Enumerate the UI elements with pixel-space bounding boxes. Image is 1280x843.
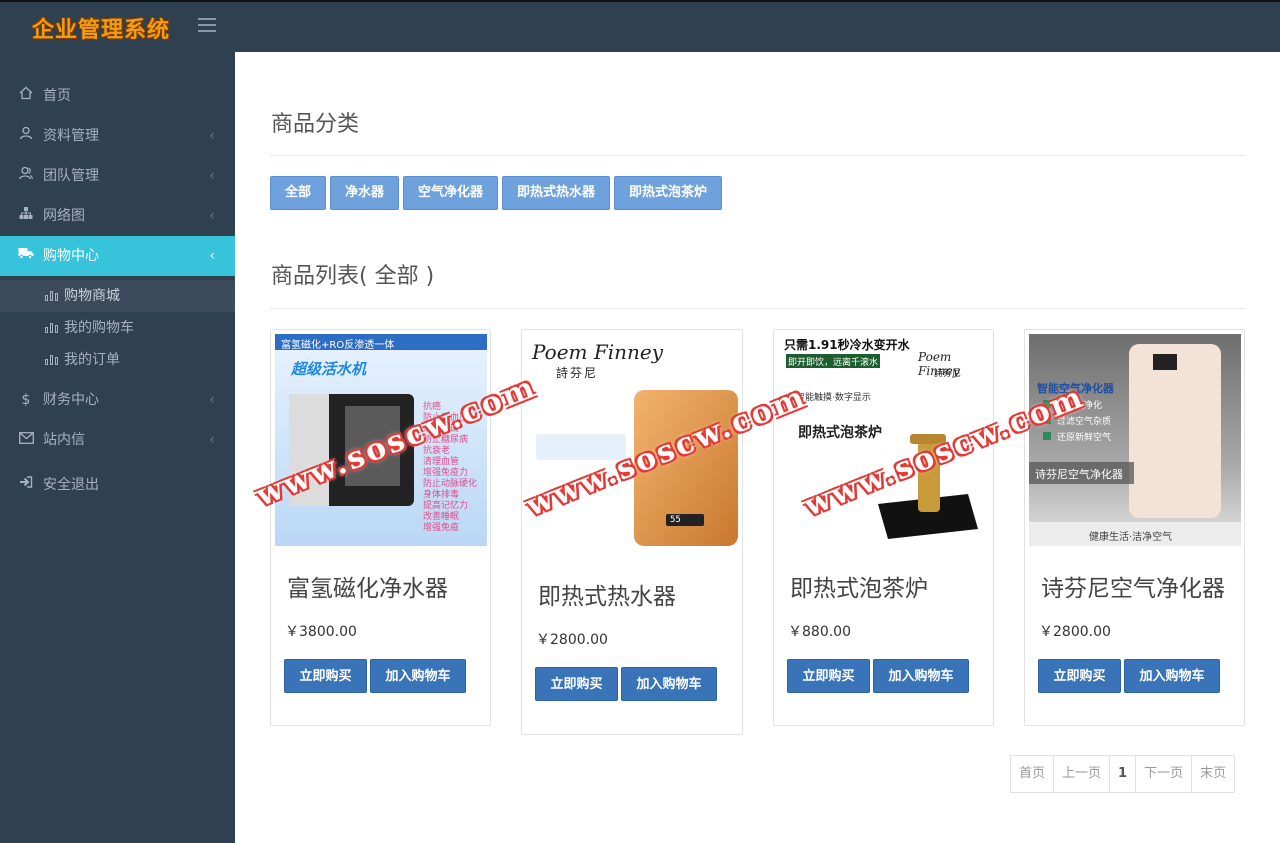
product-name[interactable]: 即热式热水器 [538, 577, 676, 611]
chevron-left-icon: ‹ [209, 168, 215, 184]
category-button-tea-boiler[interactable]: 即热式泡茶炉 [614, 176, 722, 210]
logout-icon [18, 465, 34, 505]
pagination-last-button[interactable]: 末页 [1192, 756, 1234, 792]
chevron-left-icon: ‹ [209, 432, 215, 448]
pagination-prev-button[interactable]: 上一页 [1054, 756, 1111, 792]
chevron-left-icon: ‹ [209, 392, 215, 408]
add-to-cart-button[interactable]: 加入购物车 [621, 667, 717, 701]
product-price: ￥2800.00 [1039, 624, 1111, 640]
sidebar: 首页 资料管理 ‹ 团队管理 ‹ 网络图 ‹ 购物中心 ‹ 购物商城 我的购物车… [0, 52, 235, 843]
category-button-air-purifier[interactable]: 空气净化器 [403, 176, 498, 210]
product-image-subline: 即开即饮，远离千滚水 [788, 358, 879, 368]
sidebar-item-network[interactable]: 网络图 ‹ [0, 196, 235, 236]
bar-chart-icon [45, 323, 59, 333]
product-image-display: 55 [670, 515, 681, 525]
bar-chart-icon [45, 355, 59, 365]
submenu-item-label: 购物商城 [64, 288, 120, 304]
sidebar-item-logout[interactable]: 安全退出 [0, 465, 235, 505]
add-to-cart-button[interactable]: 加入购物车 [1124, 659, 1220, 693]
divider [270, 155, 1245, 156]
top-navbar: 企业管理系统 [0, 0, 1280, 52]
sidebar-item-home[interactable]: 首页 [0, 76, 235, 116]
app-logo[interactable]: 企业管理系统 [32, 12, 170, 44]
divider [270, 308, 1245, 309]
submenu-item-orders[interactable]: 我的订单 [0, 344, 235, 376]
pagination: 首页 上一页 1 下一页 末页 [1010, 755, 1236, 793]
product-image-brand: Poem Finney [532, 340, 664, 364]
sidebar-item-finance[interactable]: $ 财务中心 ‹ [0, 380, 235, 420]
buy-now-button[interactable]: 立即购买 [284, 659, 367, 693]
product-image-footer: 健康生活·洁净空气 [1089, 532, 1173, 543]
category-button-all[interactable]: 全部 [270, 176, 326, 210]
product-card: 富氢磁化+RO反渗透一体 超级活水机 抗癌 防止高血压 消除色斑 防止糖尿病 抗衰老 清理… [270, 329, 491, 726]
menu-toggle-icon[interactable] [198, 18, 216, 32]
product-name[interactable]: 富氢磁化净水器 [287, 569, 448, 603]
sidebar-item-label: 团队管理 [43, 168, 99, 184]
product-card: Poem Finney 詩芬尼 55 即热式热水器 ￥2800.00 立即购买 … [521, 329, 743, 735]
product-image-brand-cn: 詩芬尼 [934, 369, 962, 379]
user-icon [18, 116, 34, 156]
pagination-current-page[interactable]: 1 [1110, 756, 1137, 792]
submenu-item-label: 我的购物车 [64, 320, 134, 336]
category-button-water-purifier[interactable]: 净水器 [330, 176, 399, 210]
add-to-cart-button[interactable]: 加入购物车 [370, 659, 466, 693]
product-image-brand-cn: 詩芬尼 [556, 366, 599, 380]
product-price: ￥880.00 [788, 624, 851, 640]
shopping-submenu: 购物商城 我的购物车 我的订单 [0, 276, 235, 380]
sidebar-item-label: 网络图 [43, 208, 85, 224]
submenu-item-cart[interactable]: 我的购物车 [0, 312, 235, 344]
product-image[interactable]: 智能空气净化器 多元化净化 过滤空气杂质 还原新鲜空气 诗芬尼空气净化器 健康生活·… [1029, 334, 1241, 546]
sidebar-item-team[interactable]: 团队管理 ‹ [0, 156, 235, 196]
chevron-left-icon: ‹ [209, 248, 215, 264]
product-card: 只需1.91秒冷水变开水 即开即饮，远离千滚水 Poem Finney 詩芬尼 … [773, 329, 994, 726]
product-image-title: 即热式泡茶炉 [798, 425, 882, 441]
sitemap-icon [18, 196, 34, 236]
sidebar-item-label: 安全退出 [43, 477, 99, 493]
truck-icon [18, 236, 34, 276]
home-icon [18, 76, 34, 116]
dollar-icon: $ [21, 392, 31, 408]
bar-chart-icon [45, 291, 59, 301]
team-icon [18, 156, 34, 196]
product-list-title: 商品列表( 全部 ) [271, 264, 435, 289]
product-image-brand: 超级活水机 [291, 360, 367, 378]
buy-now-button[interactable]: 立即购买 [787, 659, 870, 693]
pagination-first-button[interactable]: 首页 [1011, 756, 1055, 792]
product-image-caption: 富氢磁化+RO反渗透一体 [281, 340, 395, 351]
product-price: ￥3800.00 [285, 624, 357, 640]
submenu-item-label: 我的订单 [64, 352, 120, 368]
sidebar-item-profile[interactable]: 资料管理 ‹ [0, 116, 235, 156]
chevron-left-icon: ‹ [209, 128, 215, 144]
sidebar-item-label: 购物中心 [43, 248, 99, 264]
chevron-left-icon: ‹ [209, 208, 215, 224]
product-image-label: 诗芬尼空气净化器 [1035, 468, 1123, 481]
sidebar-item-label: 站内信 [43, 432, 85, 448]
sidebar-item-label: 财务中心 [43, 392, 99, 408]
category-button-water-heater[interactable]: 即热式热水器 [502, 176, 610, 210]
buy-now-button[interactable]: 立即购买 [535, 667, 618, 701]
submenu-item-mall[interactable]: 购物商城 [0, 280, 235, 312]
buy-now-button[interactable]: 立即购买 [1038, 659, 1121, 693]
product-image-headline: 只需1.91秒冷水变开水 [784, 338, 910, 352]
sidebar-item-label: 资料管理 [43, 128, 99, 144]
sidebar-item-shopping[interactable]: 购物中心 ‹ [0, 236, 235, 276]
product-name[interactable]: 即热式泡茶炉 [790, 569, 928, 603]
add-to-cart-button[interactable]: 加入购物车 [873, 659, 969, 693]
sidebar-item-messages[interactable]: 站内信 ‹ [0, 420, 235, 460]
product-price: ￥2800.00 [536, 632, 608, 648]
category-section-title: 商品分类 [271, 112, 360, 137]
product-name[interactable]: 诗芬尼空气净化器 [1041, 569, 1225, 603]
sidebar-item-label: 首页 [43, 88, 71, 104]
pagination-next-button[interactable]: 下一页 [1136, 756, 1193, 792]
mail-icon [18, 420, 34, 460]
